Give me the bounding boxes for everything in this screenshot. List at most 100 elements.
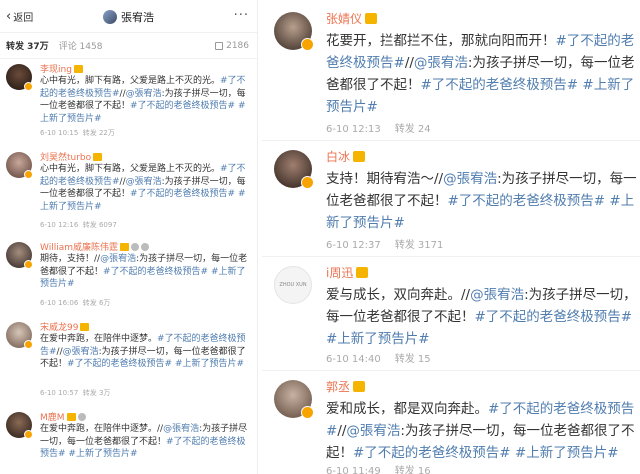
list-item[interactable]: 张婧仪 花要开，拦都拦不住，那就向阳而开！#了不起的老爸终极预告#//@張宥浩:… [262, 8, 640, 136]
repost-separator: // [404, 55, 414, 71]
list-item[interactable]: M鹿M 在爱中奔跑，在陪伴中逐梦。//@張宥浩:为孩子拼尽一切，每一位老爸都很了… [0, 408, 257, 474]
back-button[interactable]: ‹ 返回 [6, 9, 33, 24]
repost-count[interactable]: 转发 24 [395, 124, 431, 135]
repost-count[interactable]: 转发 6097 [83, 221, 117, 229]
user-name-text: 宋威龙99 [40, 323, 79, 333]
mention[interactable]: @張宥浩 [126, 89, 162, 99]
post-text: 在爱中奔跑，在陪伴中逐梦。#了不起的老爸终极预告#//@張宥浩:为孩子拼尽一切，… [40, 333, 252, 371]
hashtag[interactable]: #了不起的老爸终极预告# #上新了预告片# [67, 359, 244, 369]
user-name-text: 刘昊然turbo [40, 153, 92, 163]
post-meta: 6-10 10:57 转发 3万 [40, 388, 110, 398]
thumb-up-icon [215, 41, 224, 50]
nav-center: 張宥浩 [0, 0, 257, 33]
verified-badge-icon [301, 406, 314, 419]
repost-count[interactable]: 转发 16 [395, 466, 431, 474]
crown-icon [353, 381, 366, 392]
mention[interactable]: @張宥浩 [346, 423, 400, 439]
user-name[interactable]: 张婧仪 [326, 10, 378, 27]
user-name-text: 张婧仪 [326, 12, 363, 26]
avatar[interactable] [103, 9, 117, 24]
repost-count[interactable]: 转发 3171 [395, 240, 444, 251]
list-item[interactable]: ZHOU XUN i周迅 爱与成长，双向奔赴。//@張宥浩:为孩子拼尽一切，每一… [262, 262, 640, 370]
hashtag[interactable]: #了不起的老爸终极预告# #上新了预告片# [353, 445, 619, 461]
repost-count[interactable]: 转发 6万 [83, 299, 111, 307]
post-body: 花要开，拦都拦不住，那就向阳而开！ [326, 33, 556, 49]
top-nav: ‹ 返回 張宥浩 ··· [0, 0, 257, 33]
user-name-text: William威廉陈伟霆 [40, 243, 118, 253]
avatar[interactable]: ZHOU XUN [274, 266, 312, 304]
repost-count: 37万 [27, 42, 49, 52]
post-body: 在爱中奔跑，在陪伴中逐梦。 [40, 424, 158, 434]
mention[interactable]: @張宥浩 [126, 177, 162, 187]
repost-separator: // [461, 287, 471, 303]
crown-icon [356, 267, 369, 278]
post-meta: 6-10 11:49 转发 16 [326, 462, 431, 474]
mention[interactable]: @張宥浩 [414, 55, 468, 71]
post-body: 期待，支持！ [40, 254, 95, 264]
timestamp: 6-10 12:37 [326, 240, 381, 251]
user-name[interactable]: 宋威龙99 [40, 320, 90, 333]
list-item[interactable]: 李现ing 心中有光，脚下有路，父爱是路上不灭的光。#了不起的老爸终极预告#//… [0, 60, 257, 144]
post-body: 在爱中奔跑，在陪伴中逐梦。 [40, 334, 158, 344]
verified-badge-icon [301, 176, 314, 189]
repost-count[interactable]: 转发 3万 [83, 389, 111, 397]
user-name[interactable]: 白冰 [326, 148, 366, 165]
post-text: 在爱中奔跑，在陪伴中逐梦。//@張宥浩:为孩子拼尽一切，每一位老爸都很了不起！#… [40, 423, 252, 461]
mention[interactable]: @張宥浩 [63, 347, 99, 357]
user-name-text: i周迅 [326, 266, 354, 280]
post-text: 爱和成长，都是双向奔赴。#了不起的老爸终极预告#//@張宥浩:为孩子拼尽一切，每… [326, 398, 638, 464]
verified-badge-icon [24, 170, 33, 179]
crown-icon [353, 151, 366, 162]
post-meta: 6-10 14:40 转发 15 [326, 350, 431, 365]
badge-icon [131, 243, 139, 251]
post-body: 爱和成长，都是双向奔赴。 [326, 401, 488, 417]
list-item[interactable]: William威廉陈伟霆 期待，支持！//@張宥浩:为孩子拼尽一切，每一位老爸都… [0, 238, 257, 312]
tab-comments[interactable]: 评论 1458 [59, 39, 103, 52]
mention[interactable]: @張宥浩 [443, 171, 497, 187]
verified-badge-icon [24, 430, 33, 439]
badge-icon [141, 243, 149, 251]
divider [262, 140, 640, 141]
back-label: 返回 [13, 12, 34, 24]
verified-badge-icon [301, 38, 314, 51]
timestamp: 6-10 14:40 [326, 354, 381, 365]
timestamp: 6-10 10:57 [40, 389, 79, 397]
post-meta: 6-10 12:13 转发 24 [326, 120, 431, 135]
mention[interactable]: @張宥浩 [163, 424, 199, 434]
post-meta: 6-10 12:37 转发 3171 [326, 236, 443, 251]
post-body: 爱与成长，双向奔赴。 [326, 287, 461, 303]
repost-count[interactable]: 转发 15 [395, 354, 431, 365]
user-name[interactable]: William威廉陈伟霆 [40, 240, 149, 253]
page-title: 張宥浩 [121, 10, 154, 24]
user-name[interactable]: 李现ing [40, 62, 83, 75]
verified-badge-icon [24, 260, 33, 269]
tab-reposts[interactable]: 转发 37万 [6, 39, 49, 52]
user-name[interactable]: 刘昊然turbo [40, 150, 103, 163]
user-name[interactable]: 郭丞 [326, 378, 366, 395]
stats-bar: 转发 37万 评论 1458 2186 [0, 33, 257, 59]
more-icon[interactable]: ··· [234, 8, 249, 23]
post-text: 心中有光，脚下有路，父爱是路上不灭的光。#了不起的老爸终极预告#//@張宥浩:为… [40, 75, 252, 125]
post-meta: 6-10 10:15 转发 22万 [40, 128, 115, 138]
badge-icon [77, 413, 86, 421]
post-text: 爱与成长，双向奔赴。//@張宥浩:为孩子拼尽一切，每一位老爸都很了不起！#了不起… [326, 284, 638, 350]
list-item[interactable]: 郭丞 爱和成长，都是双向奔赴。#了不起的老爸终极预告#//@張宥浩:为孩子拼尽一… [262, 376, 640, 474]
user-name-text: M鹿M [40, 413, 65, 423]
list-item[interactable]: 刘昊然turbo 心中有光，脚下有路，父爱是路上不灭的光。#了不起的老爸终极预告… [0, 148, 257, 232]
timestamp: 6-10 10:15 [40, 129, 79, 137]
post-body: 支持！期待宥浩～ [326, 171, 434, 187]
user-name[interactable]: M鹿M [40, 410, 86, 423]
user-name-text: 郭丞 [326, 380, 351, 394]
list-item[interactable]: 白冰 支持！期待宥浩～//@張宥浩:为孩子拼尽一切，每一位老爸都很了不起！#了不… [262, 146, 640, 256]
crown-icon [365, 13, 378, 24]
repost-count[interactable]: 转发 22万 [83, 129, 115, 137]
mention[interactable]: @張宥浩 [470, 287, 524, 303]
tab-likes[interactable]: 2186 [215, 41, 249, 51]
post-text: 支持！期待宥浩～//@張宥浩:为孩子拼尽一切，每一位老爸都很了不起！#了不起的老… [326, 168, 638, 234]
post-text: 心中有光，脚下有路，父爱是路上不灭的光。#了不起的老爸终极预告#//@張宥浩:为… [40, 163, 252, 213]
timestamp: 6-10 11:49 [326, 466, 381, 474]
user-name[interactable]: i周迅 [326, 264, 369, 281]
list-item[interactable]: 宋威龙99 在爱中奔跑，在陪伴中逐梦。#了不起的老爸终极预告#//@張宥浩:为孩… [0, 318, 257, 404]
mention[interactable]: @張宥浩 [100, 254, 136, 264]
user-name-text: 李现ing [40, 65, 72, 75]
